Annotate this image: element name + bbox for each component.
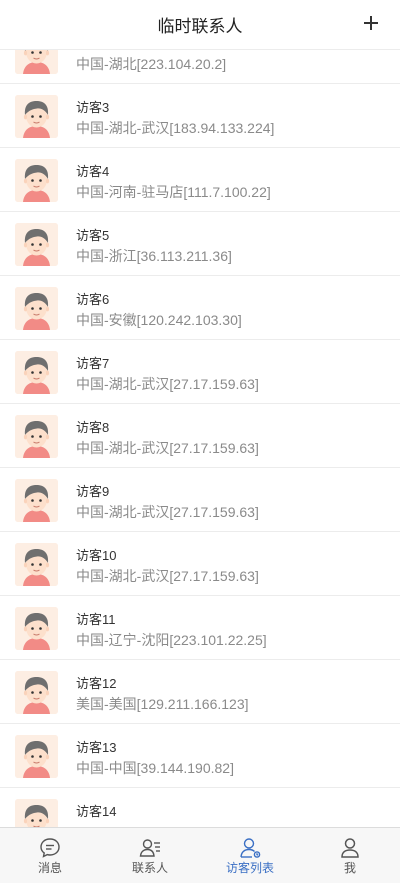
avatar bbox=[15, 735, 58, 778]
visitor-name: 访客2 bbox=[76, 50, 109, 52]
tab-me[interactable]: 我 bbox=[300, 828, 400, 883]
visitor-name: 访客7 bbox=[76, 356, 110, 371]
avatar bbox=[15, 479, 58, 522]
avatar bbox=[15, 415, 58, 458]
list-item[interactable]: 访客10 中国-湖北-武汉[27.17.159.63] bbox=[0, 532, 400, 596]
top-bar: 临时联系人 bbox=[0, 0, 400, 50]
tab-label: 我 bbox=[343, 861, 356, 875]
visitor-location: 中国-湖北-武汉[27.17.159.63] bbox=[76, 376, 259, 392]
avatar bbox=[15, 543, 58, 586]
visitor-location: 中国-浙江[36.113.211.36] bbox=[76, 248, 232, 264]
visitor-location: 中国-湖北-武汉[27.17.159.63] bbox=[76, 568, 259, 584]
tab-label: 消息 bbox=[37, 861, 62, 875]
profile-icon bbox=[338, 836, 362, 860]
tab-contacts[interactable]: 联系人 bbox=[100, 828, 200, 883]
visitor-location: 美国-美国[129.211.166.123] bbox=[76, 696, 249, 712]
page-title: 临时联系人 bbox=[157, 17, 243, 37]
visitor-name: 访客12 bbox=[76, 676, 117, 691]
visitor-name: 访客8 bbox=[76, 420, 110, 435]
tab-label: 访客列表 bbox=[225, 861, 274, 875]
visitor-name: 访客5 bbox=[76, 228, 110, 243]
visitor-location: 中国-湖北-武汉[27.17.159.63] bbox=[76, 504, 259, 520]
visitor-location: 中国-河南-驻马店[111.7.100.22] bbox=[76, 184, 271, 200]
avatar bbox=[15, 671, 58, 714]
avatar bbox=[15, 95, 58, 138]
visitor-name: 访客3 bbox=[76, 100, 110, 115]
plus-icon[interactable] bbox=[360, 12, 382, 34]
avatar bbox=[15, 159, 58, 202]
visitor-name: 访客6 bbox=[76, 292, 110, 307]
avatar bbox=[15, 799, 58, 827]
visitor-location: 中国-湖北[223.104.20.2] bbox=[76, 56, 227, 72]
visitor-name: 访客14 bbox=[76, 804, 117, 819]
list-item[interactable]: 访客4 中国-河南-驻马店[111.7.100.22] bbox=[0, 148, 400, 212]
visitor-name: 访客9 bbox=[76, 484, 110, 499]
visitor-name: 访客10 bbox=[76, 548, 117, 563]
visitor-location: 中国-安徽[120.242.103.30] bbox=[76, 312, 242, 328]
list-item[interactable]: 访客5 中国-浙江[36.113.211.36] bbox=[0, 212, 400, 276]
tab-visitor-list[interactable]: 访客列表 bbox=[200, 828, 300, 883]
visitor-list[interactable]: 访客2 中国-湖北[223.104.20.2] 访客3 中国-湖北-武汉[183… bbox=[0, 50, 400, 827]
list-item[interactable]: 访客2 中国-湖北[223.104.20.2] bbox=[0, 50, 400, 84]
list-item[interactable]: 访客8 中国-湖北-武汉[27.17.159.63] bbox=[0, 404, 400, 468]
tab-messages[interactable]: 消息 bbox=[0, 828, 100, 883]
visitor-list-icon bbox=[238, 836, 262, 860]
list-item[interactable]: 访客9 中国-湖北-武汉[27.17.159.63] bbox=[0, 468, 400, 532]
list-item[interactable]: 访客6 中国-安徽[120.242.103.30] bbox=[0, 276, 400, 340]
visitor-name: 访客13 bbox=[76, 740, 117, 755]
list-item[interactable]: 访客12 美国-美国[129.211.166.123] bbox=[0, 660, 400, 724]
avatar bbox=[15, 287, 58, 330]
visitor-location: 中国-湖北-武汉[27.17.159.63] bbox=[76, 440, 259, 456]
avatar bbox=[15, 50, 58, 74]
tab-label: 联系人 bbox=[131, 861, 168, 875]
visitor-location: 中国-湖北-武汉[183.94.133.224] bbox=[76, 120, 275, 136]
list-item[interactable]: 访客14 bbox=[0, 788, 400, 827]
visitor-location: 中国-中国[39.144.190.82] bbox=[76, 760, 234, 776]
avatar bbox=[15, 607, 58, 650]
list-item[interactable]: 访客11 中国-辽宁-沈阳[223.101.22.25] bbox=[0, 596, 400, 660]
visitor-location: 中国-辽宁-沈阳[223.101.22.25] bbox=[76, 632, 267, 648]
list-item[interactable]: 访客13 中国-中国[39.144.190.82] bbox=[0, 724, 400, 788]
list-item[interactable]: 访客3 中国-湖北-武汉[183.94.133.224] bbox=[0, 84, 400, 148]
contacts-icon bbox=[138, 836, 162, 860]
visitor-name: 访客11 bbox=[76, 612, 116, 627]
visitor-name: 访客4 bbox=[76, 164, 110, 179]
list-item[interactable]: 访客7 中国-湖北-武汉[27.17.159.63] bbox=[0, 340, 400, 404]
bottom-tab-bar: 消息 联系人 访客列表 我 bbox=[0, 827, 400, 883]
message-icon bbox=[38, 836, 62, 860]
avatar bbox=[15, 351, 58, 394]
avatar bbox=[15, 223, 58, 266]
